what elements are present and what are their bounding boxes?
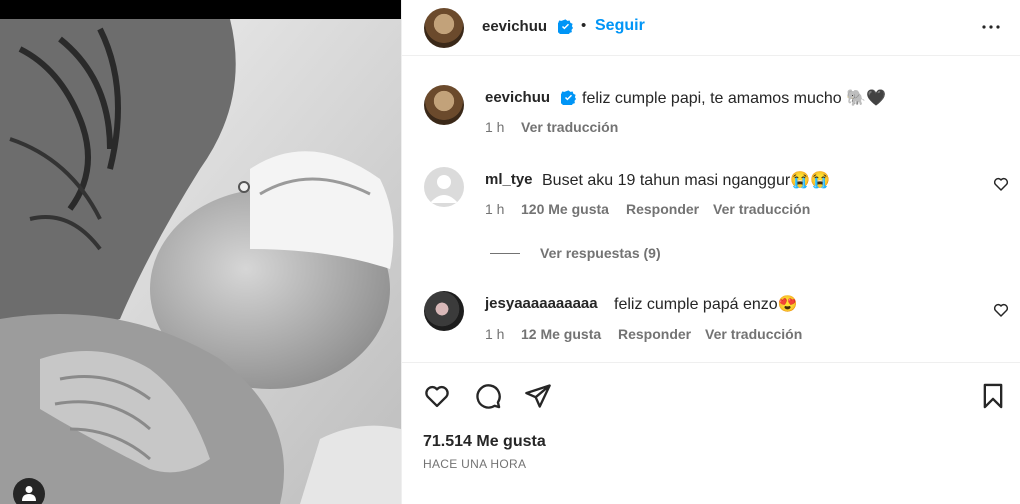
comment-username[interactable]: ml_tye: [485, 171, 533, 188]
view-replies-link[interactable]: Ver respuestas (9): [540, 245, 661, 261]
verified-badge-icon: [558, 19, 573, 34]
post-timestamp: HACE UNA HORA: [423, 457, 527, 471]
post-image: [0, 19, 401, 504]
post-actions: 71.514 Me gusta HACE UNA HORA: [402, 362, 1020, 504]
replies-divider: [490, 253, 520, 254]
user-tag-button[interactable]: [13, 478, 45, 504]
comment-time[interactable]: 1 h: [485, 326, 504, 342]
comment-translate-link[interactable]: Ver traducción: [705, 326, 802, 342]
comment-translate-link[interactable]: Ver traducción: [713, 201, 810, 217]
follow-button[interactable]: Seguir: [595, 17, 645, 35]
verified-badge-icon: [561, 90, 576, 105]
post-likes-count[interactable]: 71.514 Me gusta: [423, 433, 546, 451]
comment-icon[interactable]: [474, 382, 502, 410]
comment-likes-count[interactable]: 120 Me gusta: [521, 201, 609, 217]
reply-button[interactable]: Responder: [626, 201, 699, 217]
caption-translate-link[interactable]: Ver traducción: [521, 119, 618, 135]
owner-avatar[interactable]: [424, 8, 464, 48]
caption-avatar[interactable]: [424, 85, 464, 125]
post-details-panel: eevichuu • Seguir eevichuu feliz cumple …: [401, 0, 1020, 504]
comment-avatar[interactable]: [424, 167, 464, 207]
paper-plane-icon[interactable]: [524, 382, 552, 410]
heart-icon[interactable]: [993, 302, 1009, 318]
comment-text: feliz cumple papá enzo😍: [614, 296, 798, 313]
caption-time[interactable]: 1 h: [485, 119, 504, 135]
comment-likes-count[interactable]: 12 Me gusta: [521, 326, 601, 342]
owner-username[interactable]: eevichuu: [482, 18, 547, 35]
photo-top-bar: [0, 0, 401, 19]
more-options-icon[interactable]: [979, 15, 1003, 39]
user-tag-icon: [22, 486, 36, 501]
caption-text: feliz cumple papi, te amamos mucho 🐘🖤: [582, 90, 886, 107]
comment-text: Buset aku 19 tahun masi nganggur😭😭: [542, 172, 831, 189]
heart-icon[interactable]: [423, 382, 451, 410]
comment-time[interactable]: 1 h: [485, 201, 504, 217]
default-avatar-icon: [430, 175, 458, 203]
heart-icon[interactable]: [993, 176, 1009, 192]
caption-username[interactable]: eevichuu: [485, 89, 550, 106]
post-header: eevichuu • Seguir: [402, 0, 1020, 56]
post-photo[interactable]: [0, 0, 401, 504]
comment-username[interactable]: jesyaaaaaaaaaa: [485, 295, 598, 312]
bookmark-icon[interactable]: [979, 382, 1007, 410]
header-separator: •: [581, 17, 587, 34]
reply-button[interactable]: Responder: [618, 326, 691, 342]
comment-avatar[interactable]: [424, 291, 464, 331]
